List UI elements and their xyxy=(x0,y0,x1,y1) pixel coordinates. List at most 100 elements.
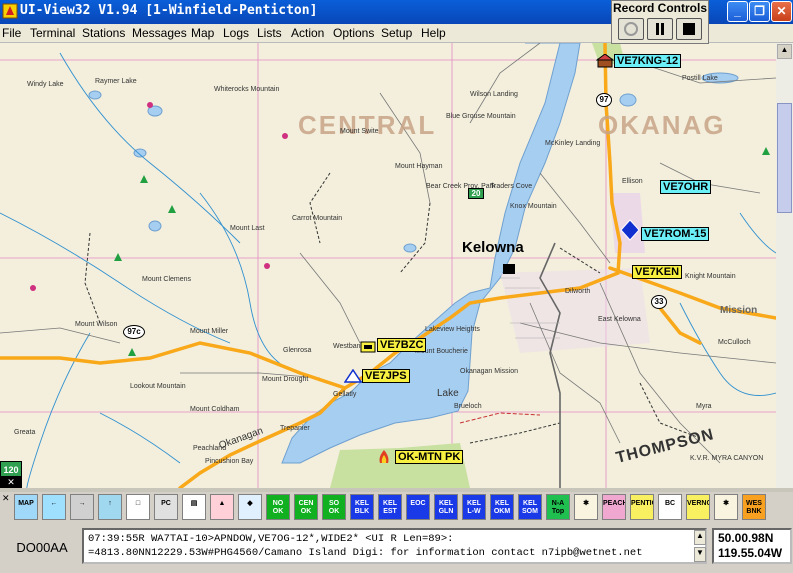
toolbar-button-26[interactable]: WES BNK xyxy=(742,494,766,520)
record-controls-panel: Record Controls xyxy=(611,0,709,44)
station-icon-car[interactable] xyxy=(360,340,376,354)
toolbar-button-0[interactable]: MAP xyxy=(14,494,38,520)
place-label: Windy Lake xyxy=(27,81,64,88)
pause-button[interactable] xyxy=(647,18,673,40)
station-label-ve7bzc[interactable]: VE7BZC xyxy=(377,338,427,352)
place-label: Blue Grouse Mountain xyxy=(446,113,516,120)
toolbar-button-13[interactable]: KEL EST xyxy=(378,494,402,520)
toolbar-button-10[interactable]: CEN OK xyxy=(294,494,318,520)
toolbar-button-7[interactable]: ▲ xyxy=(210,494,234,520)
station-icon-square[interactable] xyxy=(502,263,516,275)
place-label: Mount Last xyxy=(230,225,265,232)
toolbar-button-3[interactable]: ↑ xyxy=(98,494,122,520)
place-label: Myra xyxy=(696,403,712,410)
record-button[interactable] xyxy=(618,18,644,40)
toolbar-button-14[interactable]: EOC xyxy=(406,494,430,520)
region-label-okanag: OKANAG xyxy=(598,110,726,140)
scroll-thumb[interactable] xyxy=(777,103,792,213)
stop-button[interactable] xyxy=(676,18,702,40)
toolbar-button-23[interactable]: BC xyxy=(658,494,682,520)
station-label-ve7rom-15[interactable]: VE7ROM-15 xyxy=(641,227,710,241)
place-label: Traders Cove xyxy=(490,183,533,190)
city-label-kelowna: Kelowna xyxy=(462,239,524,256)
place-label: Lookout Mountain xyxy=(130,383,186,390)
scroll-up-button[interactable]: ▲ xyxy=(777,44,792,59)
place-label: Bear Creek Prov. Park xyxy=(426,183,496,190)
place-label: Postill Lake xyxy=(682,75,718,82)
longitude: 119.55.04W xyxy=(718,546,783,560)
app-icon xyxy=(2,3,18,19)
station-label-ve7jps[interactable]: VE7JPS xyxy=(362,369,410,383)
menu-messages[interactable]: Messages xyxy=(132,26,187,40)
toolbar-button-20[interactable]: ✱ xyxy=(574,494,598,520)
menu-logs[interactable]: Logs xyxy=(223,26,249,40)
menu-lists[interactable]: Lists xyxy=(257,26,282,40)
maximize-button[interactable]: ❐ xyxy=(749,1,770,22)
vertical-scrollbar[interactable]: ▲ xyxy=(776,43,793,488)
station-icon-diamond[interactable] xyxy=(620,219,640,241)
highway-33-shield: 33 xyxy=(651,295,667,309)
menu-options[interactable]: Options xyxy=(333,26,374,40)
station-icon-tent[interactable] xyxy=(344,369,362,383)
toolbar-button-22[interactable]: PENTIC xyxy=(630,494,654,520)
place-label: Ellison xyxy=(622,178,643,185)
toolbar-close-icon[interactable]: ✕ xyxy=(2,493,12,503)
toolbar-button-12[interactable]: KEL BLK xyxy=(350,494,374,520)
place-label: Raymer Lake xyxy=(95,78,137,85)
place-label: Mount Wilson xyxy=(75,321,118,328)
place-label: Mount Drought xyxy=(262,376,309,383)
place-label: Brueloch xyxy=(454,403,482,410)
minimize-button[interactable]: _ xyxy=(727,1,748,22)
highway-97c-shield: 97c xyxy=(123,325,145,339)
station-label-ve7kng-12[interactable]: VE7KNG-12 xyxy=(614,54,682,68)
place-label: K.V.R. MYRA CANYON xyxy=(690,455,764,462)
station-label-ve7ohr[interactable]: VE7OHR xyxy=(660,180,712,194)
packet-scroll-up[interactable]: ▲ xyxy=(694,530,706,545)
map-view[interactable]: CENTRAL OKANAG THOMPSON Kelowna 97 97c 3… xyxy=(0,43,776,488)
place-label: Lake xyxy=(437,388,459,399)
toolbar-button-18[interactable]: KEL SOM xyxy=(518,494,542,520)
toolbar-button-2[interactable]: → xyxy=(70,494,94,520)
packet-scroll-down[interactable]: ▼ xyxy=(694,547,706,562)
menu-help[interactable]: Help xyxy=(421,26,446,40)
place-label: Mount Swite xyxy=(340,128,379,135)
toolbar-button-25[interactable]: ✱ xyxy=(714,494,738,520)
place-label: McKinley Landing xyxy=(545,140,601,147)
toolbar-button-4[interactable]: □ xyxy=(126,494,150,520)
region-label-central: CENTRAL xyxy=(298,110,437,140)
toolbar-button-19[interactable]: N-A Top xyxy=(546,494,570,520)
menu-map[interactable]: Map xyxy=(191,26,214,40)
toolbar-button-6[interactable]: ▤ xyxy=(182,494,206,520)
toolbar-button-1[interactable]: ← xyxy=(42,494,66,520)
close-button[interactable]: ✕ xyxy=(771,1,792,22)
menu-action[interactable]: Action xyxy=(291,26,324,40)
toolbar-button-16[interactable]: KEL L-W xyxy=(462,494,486,520)
toolbar-button-9[interactable]: NO OK xyxy=(266,494,290,520)
place-label: Knight Mountain xyxy=(685,273,736,280)
toolbar-button-5[interactable]: PC xyxy=(154,494,178,520)
menu-stations[interactable]: Stations xyxy=(82,26,125,40)
place-label: Carrot Mountain xyxy=(292,215,343,222)
close-small-button[interactable]: ✕ xyxy=(0,477,22,488)
station-icon-fire[interactable] xyxy=(376,449,392,465)
toolbar-button-24[interactable]: VERNON xyxy=(686,494,710,520)
station-label-ok-mtn-pk[interactable]: OK-MTN PK xyxy=(395,450,464,464)
place-label: Whiterocks Mountain xyxy=(214,86,280,93)
place-label: Gellatly xyxy=(333,391,357,398)
menu-file[interactable]: File xyxy=(2,26,21,40)
toolbar-button-11[interactable]: SO OK xyxy=(322,494,346,520)
toolbar-button-8[interactable]: ◆ xyxy=(238,494,262,520)
station-icon-house[interactable] xyxy=(596,54,614,68)
place-label: Lakeview Heights xyxy=(425,326,480,333)
menu-terminal[interactable]: Terminal xyxy=(30,26,75,40)
station-label-ve7ken[interactable]: VE7KEN xyxy=(632,265,683,279)
toolbar-button-17[interactable]: KEL OKM xyxy=(490,494,514,520)
menu-setup[interactable]: Setup xyxy=(381,26,412,40)
packet-monitor: 07:39:55R WA7TAI-10>APNDOW,VE7OG-12*,WID… xyxy=(82,528,707,564)
toolbar-button-15[interactable]: KEL GLN xyxy=(434,494,458,520)
place-label: Mount Coldham xyxy=(190,406,240,413)
grid-locator: DO00AA xyxy=(16,540,68,555)
place-label: Trepanier xyxy=(280,425,310,432)
toolbar-button-21[interactable]: PEACH xyxy=(602,494,626,520)
stop-icon xyxy=(683,23,695,35)
